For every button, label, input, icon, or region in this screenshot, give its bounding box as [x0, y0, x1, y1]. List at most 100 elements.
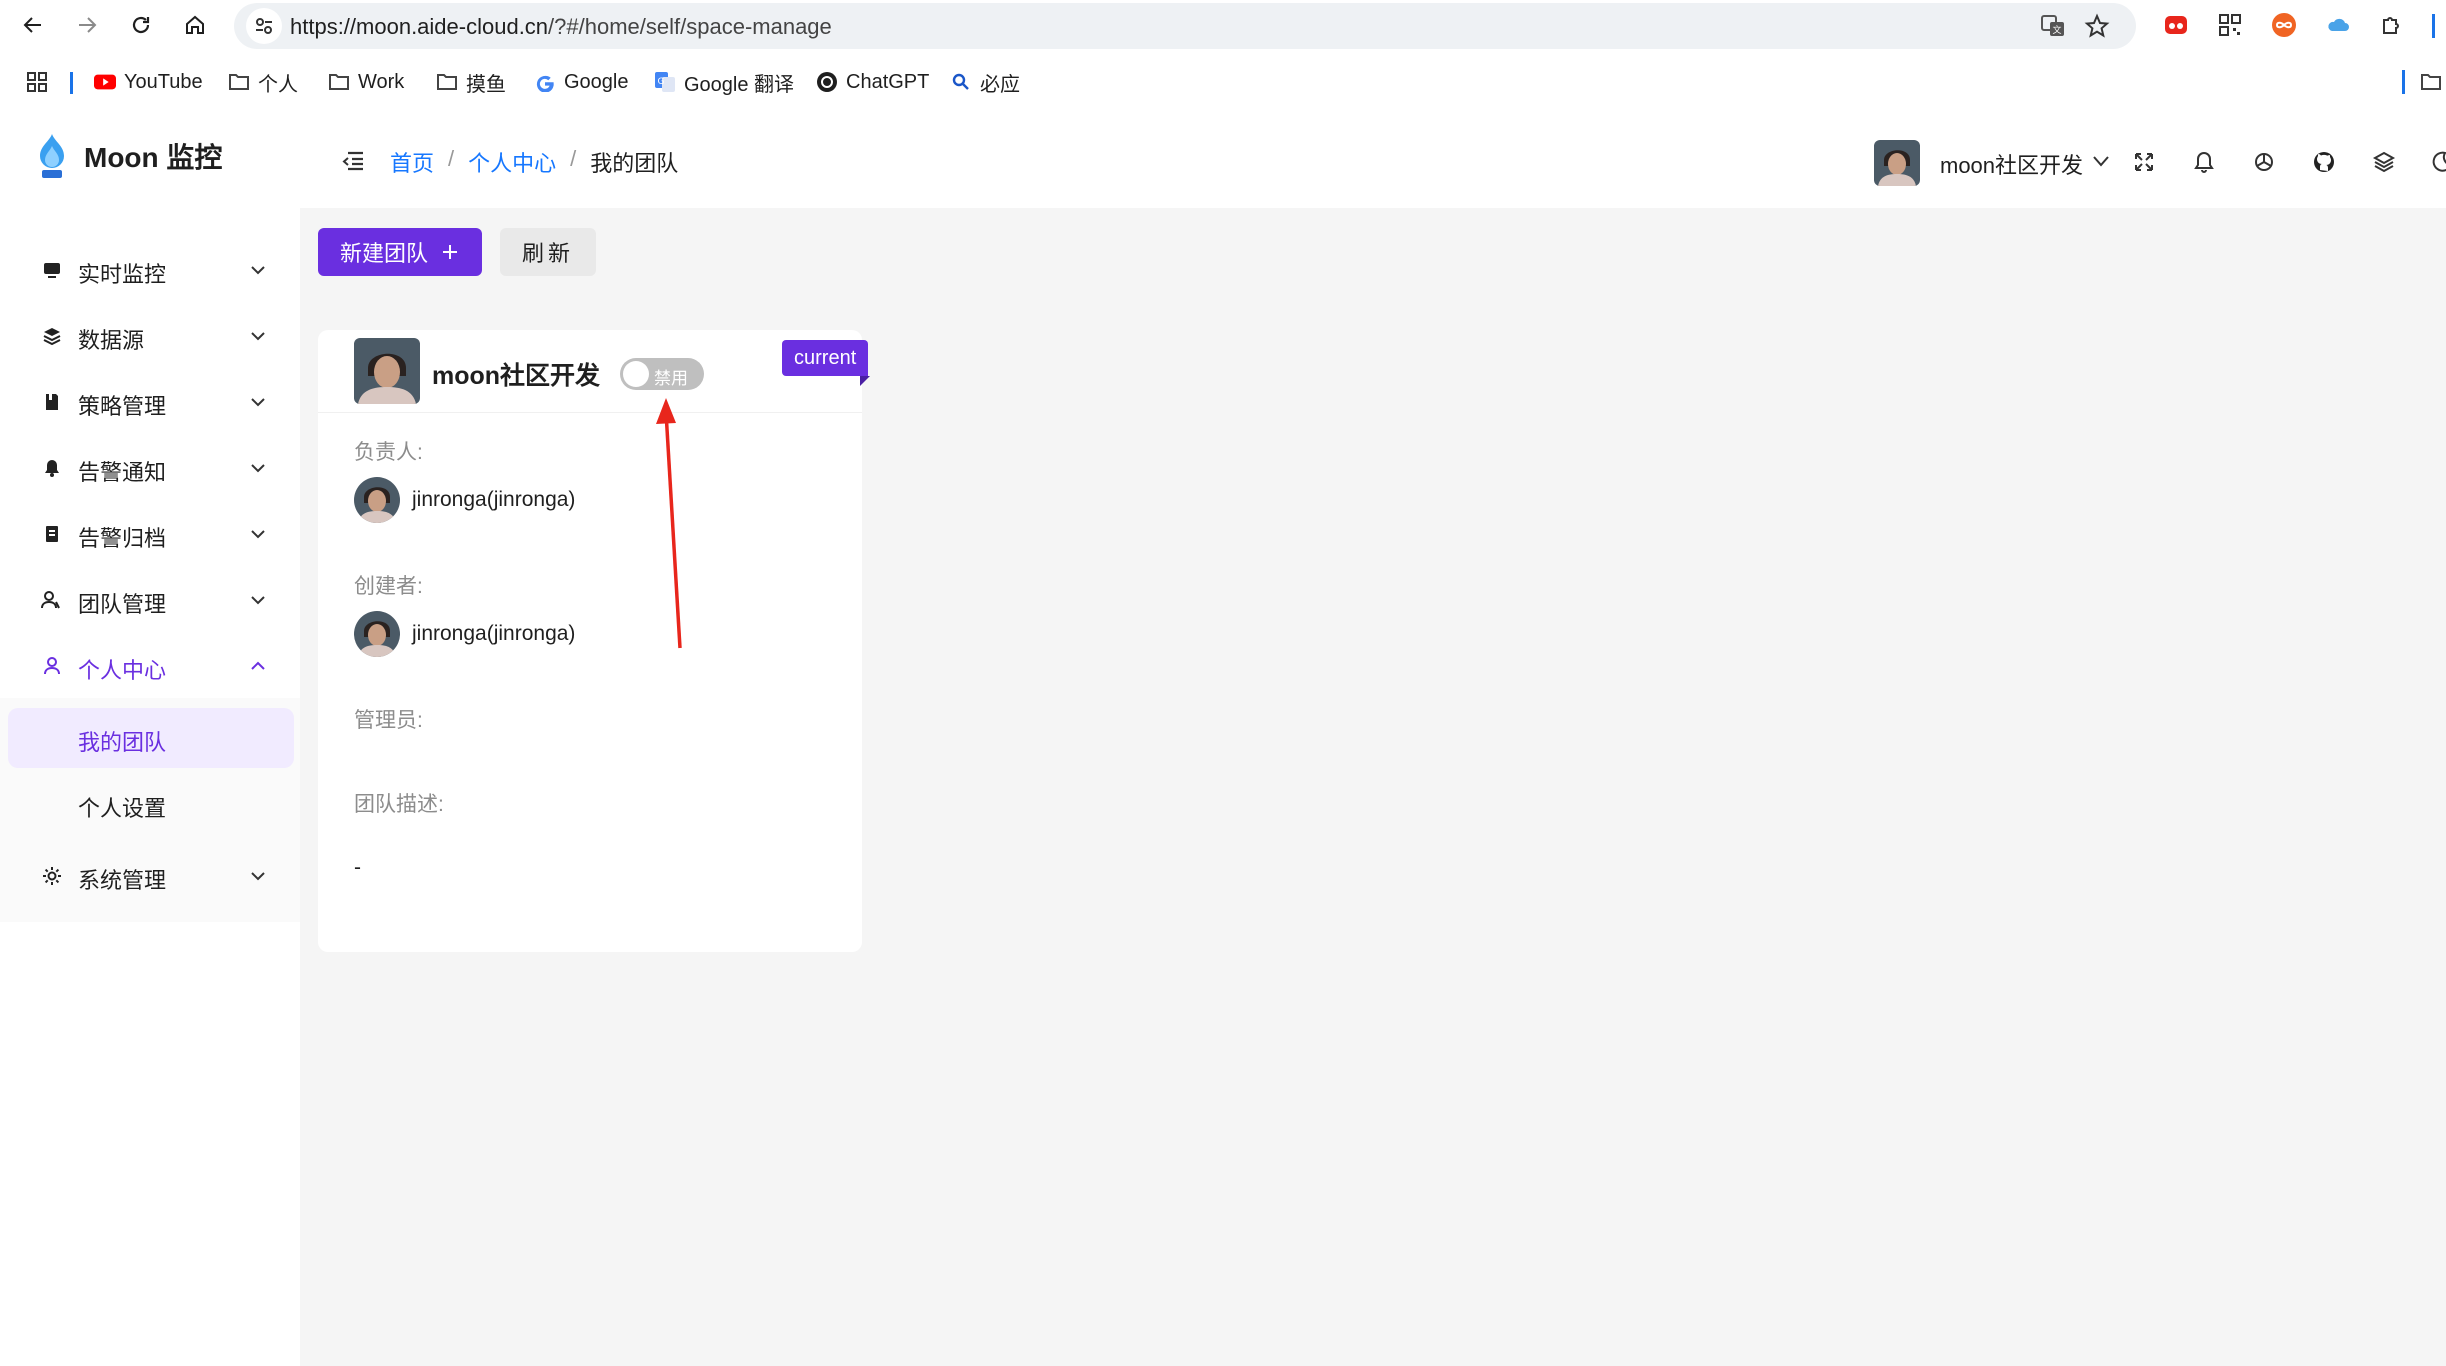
theme-toggle-button[interactable]: [2428, 148, 2446, 176]
menu-fold-icon[interactable]: [340, 148, 366, 174]
sidebar-subitem-my-team[interactable]: 我的团队: [8, 708, 294, 768]
bookmark-youtube[interactable]: YouTube: [94, 66, 203, 98]
bell-icon: [40, 456, 64, 480]
extension-infinity[interactable]: [2268, 9, 2300, 41]
sidebar-item-realtime-monitor[interactable]: 实时监控: [8, 240, 294, 300]
sidebar: Moon 监控 实时监控 数据源 策略管理 告警通知 告警归档 团队管理 个人中…: [0, 112, 300, 1366]
sidebar-item-datasource[interactable]: 数据源: [8, 306, 294, 366]
home-button[interactable]: [176, 6, 214, 44]
team-avatar[interactable]: [1874, 140, 1920, 186]
new-team-button[interactable]: 新建团队: [318, 228, 482, 276]
bookmark-label: Google: [564, 70, 629, 93]
bell-icon: [2194, 151, 2214, 173]
other-bookmarks-button[interactable]: [2420, 66, 2442, 98]
extension-qr[interactable]: [2214, 9, 2246, 41]
reload-button[interactable]: [122, 6, 160, 44]
reload-icon: [132, 16, 150, 34]
profile-edge: [2432, 14, 2435, 38]
folder-icon: [228, 71, 250, 93]
chevron-up-icon: [251, 661, 265, 670]
refresh-label: 刷新: [521, 241, 574, 266]
sidebar-subitem-personal-settings[interactable]: 个人设置: [8, 774, 294, 834]
ribbon-label: current: [794, 346, 857, 369]
folder-icon: [2421, 74, 2441, 90]
sidebar-item-team-manage[interactable]: 团队管理: [8, 570, 294, 630]
team-card[interactable]: moon社区开发 禁用 current 负责人: jinronga(jinron…: [318, 330, 870, 952]
cloud-icon: [2328, 18, 2349, 31]
switch-label: 禁用: [654, 369, 688, 388]
forward-arrow-icon: [79, 17, 97, 33]
ribbon-tail: [860, 376, 870, 386]
forward-button[interactable]: [68, 6, 106, 44]
current-ribbon: current: [782, 340, 869, 376]
breadcrumb-home[interactable]: 首页: [390, 146, 434, 178]
bookmark-label: Google 翻译: [684, 73, 795, 96]
docs-button[interactable]: [2370, 148, 2398, 176]
fullscreen-button[interactable]: [2130, 148, 2158, 176]
switch-knob: [623, 361, 649, 387]
breadcrumb-separator: /: [448, 146, 455, 171]
chevron-down-icon: [251, 596, 265, 605]
bookmark-star-button[interactable]: [2082, 11, 2112, 41]
sidebar-item-label: 策略管理: [78, 394, 167, 419]
home-icon: [186, 15, 204, 34]
team-switcher-label[interactable]: moon社区开发: [1940, 148, 2083, 180]
puzzle-icon: [2383, 17, 2399, 34]
notifications-button[interactable]: [2190, 148, 2218, 176]
bookmark-bing[interactable]: 必应: [950, 66, 1020, 98]
user-icon: [40, 654, 64, 678]
owner-user: jinronga(jinronga): [354, 476, 575, 524]
gear-icon: [40, 864, 64, 888]
back-button[interactable]: [14, 6, 52, 44]
apps-grid-icon: [27, 72, 47, 92]
moon-logo-icon: [40, 134, 64, 178]
team-status-switch[interactable]: 禁用: [620, 358, 704, 390]
bookmark-label: 必应: [980, 73, 1020, 96]
bookmark-folder-personal[interactable]: 个人: [228, 66, 298, 98]
avatar: [354, 477, 400, 523]
chevron-down-icon: [251, 398, 265, 407]
address-bar[interactable]: https://moon.aide-cloud.cn/?#/home/self/…: [234, 3, 2136, 49]
creator-label: 创建者:: [354, 575, 423, 598]
sidebar-item-alert-archive[interactable]: 告警归档: [8, 504, 294, 564]
github-icon: [2314, 152, 2334, 172]
site-info-button[interactable]: [246, 8, 282, 44]
github-button[interactable]: [2310, 148, 2338, 176]
star-icon: [2084, 13, 2110, 38]
bookmark-google[interactable]: Google: [534, 66, 629, 98]
monitor-icon: [40, 258, 64, 282]
infinity-icon: [2272, 13, 2296, 37]
sidebar-item-alert-notify[interactable]: 告警通知: [8, 438, 294, 498]
sidebar-item-personal-center[interactable]: 个人中心: [8, 636, 294, 696]
app-logo[interactable]: Moon 监控: [34, 132, 222, 180]
sidebar-item-strategy[interactable]: 策略管理: [8, 372, 294, 432]
extension-cloud[interactable]: [2322, 9, 2354, 41]
bookmark-folder-work[interactable]: Work: [328, 66, 404, 98]
refresh-button[interactable]: 刷新: [500, 228, 596, 276]
bookmark-label: Work: [358, 70, 405, 93]
qr-code-icon: [2219, 14, 2241, 36]
openai-button[interactable]: [2250, 148, 2278, 176]
team-card-header: moon社区开发 禁用 current: [318, 330, 870, 413]
chevron-down-icon[interactable]: [2090, 150, 2112, 172]
bookmark-label: 个人: [258, 73, 298, 96]
translate-page-button[interactable]: 文: [2038, 11, 2068, 41]
extension-red[interactable]: [2160, 9, 2192, 41]
breadcrumb-personal-center[interactable]: 个人中心: [468, 146, 556, 178]
bookmark-google-translate[interactable]: G Google 翻译: [654, 66, 794, 98]
apps-button[interactable]: [26, 66, 48, 98]
main-content: 新建团队 刷新 moon社区开发 禁用 current 负责人: jinrong…: [300, 208, 2446, 1366]
tune-icon: [256, 18, 272, 34]
moon-theme-icon: [2432, 151, 2446, 172]
sidebar-item-system-manage[interactable]: 系统管理: [8, 846, 294, 906]
extensions-menu-button[interactable]: [2376, 9, 2408, 41]
new-team-label: 新建团队: [339, 241, 428, 266]
bookmark-folder-moyu[interactable]: 摸鱼: [436, 66, 506, 98]
bookmark-chatgpt[interactable]: ChatGPT: [816, 66, 929, 98]
sidebar-item-label: 数据源: [78, 328, 145, 353]
browser-chrome: https://moon.aide-cloud.cn/?#/home/self/…: [0, 0, 2446, 113]
url-text: https://moon.aide-cloud.cn/?#/home/self/…: [290, 14, 832, 40]
sidebar-subitem-label: 我的团队: [78, 730, 167, 755]
google-translate-icon: G: [654, 71, 676, 93]
archive-icon: [40, 522, 64, 546]
